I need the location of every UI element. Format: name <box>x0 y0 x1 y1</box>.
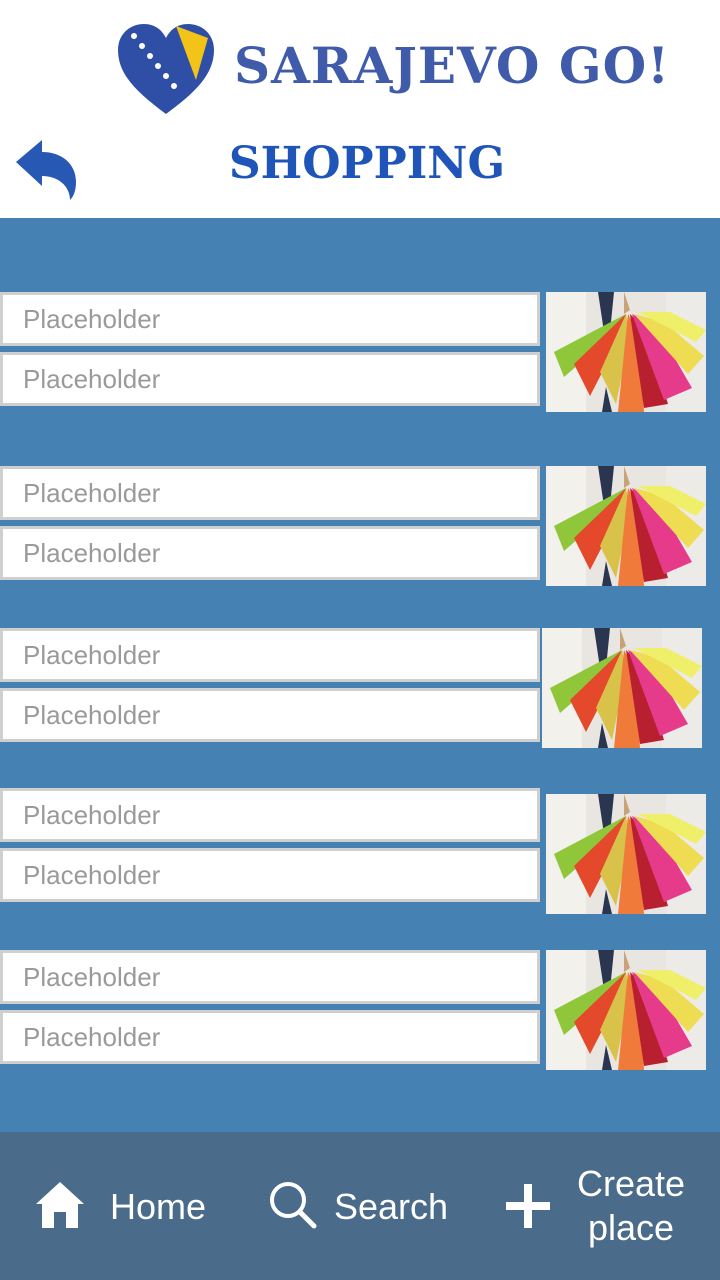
place-name-input[interactable] <box>3 631 537 679</box>
place-name-field[interactable] <box>0 466 540 520</box>
place-detail-input[interactable] <box>3 691 537 739</box>
bottom-nav: Home Search Create place <box>0 1132 720 1280</box>
place-detail-field[interactable] <box>0 848 540 902</box>
nav-home-label: Home <box>110 1186 207 1227</box>
bosnia-heart-icon <box>118 24 214 114</box>
place-detail-field[interactable] <box>0 526 540 580</box>
place-name-field[interactable] <box>0 628 540 682</box>
plus-icon <box>506 1184 550 1228</box>
shopping-bags-image[interactable] <box>542 628 702 748</box>
place-name-field[interactable] <box>0 292 540 346</box>
home-icon <box>36 1182 84 1228</box>
place-detail-field[interactable] <box>0 352 540 406</box>
nav-create-place-button[interactable]: Create place <box>502 1132 702 1280</box>
place-detail-field[interactable] <box>0 688 540 742</box>
shopping-bags-image[interactable] <box>546 292 706 412</box>
search-icon <box>270 1182 317 1229</box>
place-row <box>0 466 720 586</box>
nav-search-label: Search <box>334 1186 449 1227</box>
nav-home-button[interactable]: Home <box>30 1132 230 1280</box>
page-title: SHOPPING <box>228 138 506 189</box>
place-name-input[interactable] <box>3 953 537 1001</box>
place-name-field[interactable] <box>0 788 540 842</box>
place-detail-input[interactable] <box>3 355 537 403</box>
place-row <box>0 292 720 412</box>
app-logo: SARAJEVO GO! <box>116 22 669 116</box>
place-name-input[interactable] <box>3 791 537 839</box>
place-row <box>0 788 720 908</box>
place-detail-input[interactable] <box>3 851 537 899</box>
shopping-bags-image[interactable] <box>546 950 706 1070</box>
nav-create-place-label: Create place <box>576 1163 686 1248</box>
place-row <box>0 628 720 748</box>
places-list <box>0 218 720 1132</box>
logo-text: SARAJEVO GO! <box>234 36 671 95</box>
shopping-bags-image[interactable] <box>546 794 706 914</box>
place-name-field[interactable] <box>0 950 540 1004</box>
place-detail-input[interactable] <box>3 529 537 577</box>
app-header: SARAJEVO GO! SHOPPING <box>0 0 720 218</box>
place-detail-field[interactable] <box>0 1010 540 1064</box>
place-name-input[interactable] <box>3 295 537 343</box>
nav-search-button[interactable]: Search <box>266 1132 466 1280</box>
place-name-input[interactable] <box>3 469 537 517</box>
place-row <box>0 950 720 1070</box>
place-detail-input[interactable] <box>3 1013 537 1061</box>
shopping-bags-image[interactable] <box>546 466 706 586</box>
